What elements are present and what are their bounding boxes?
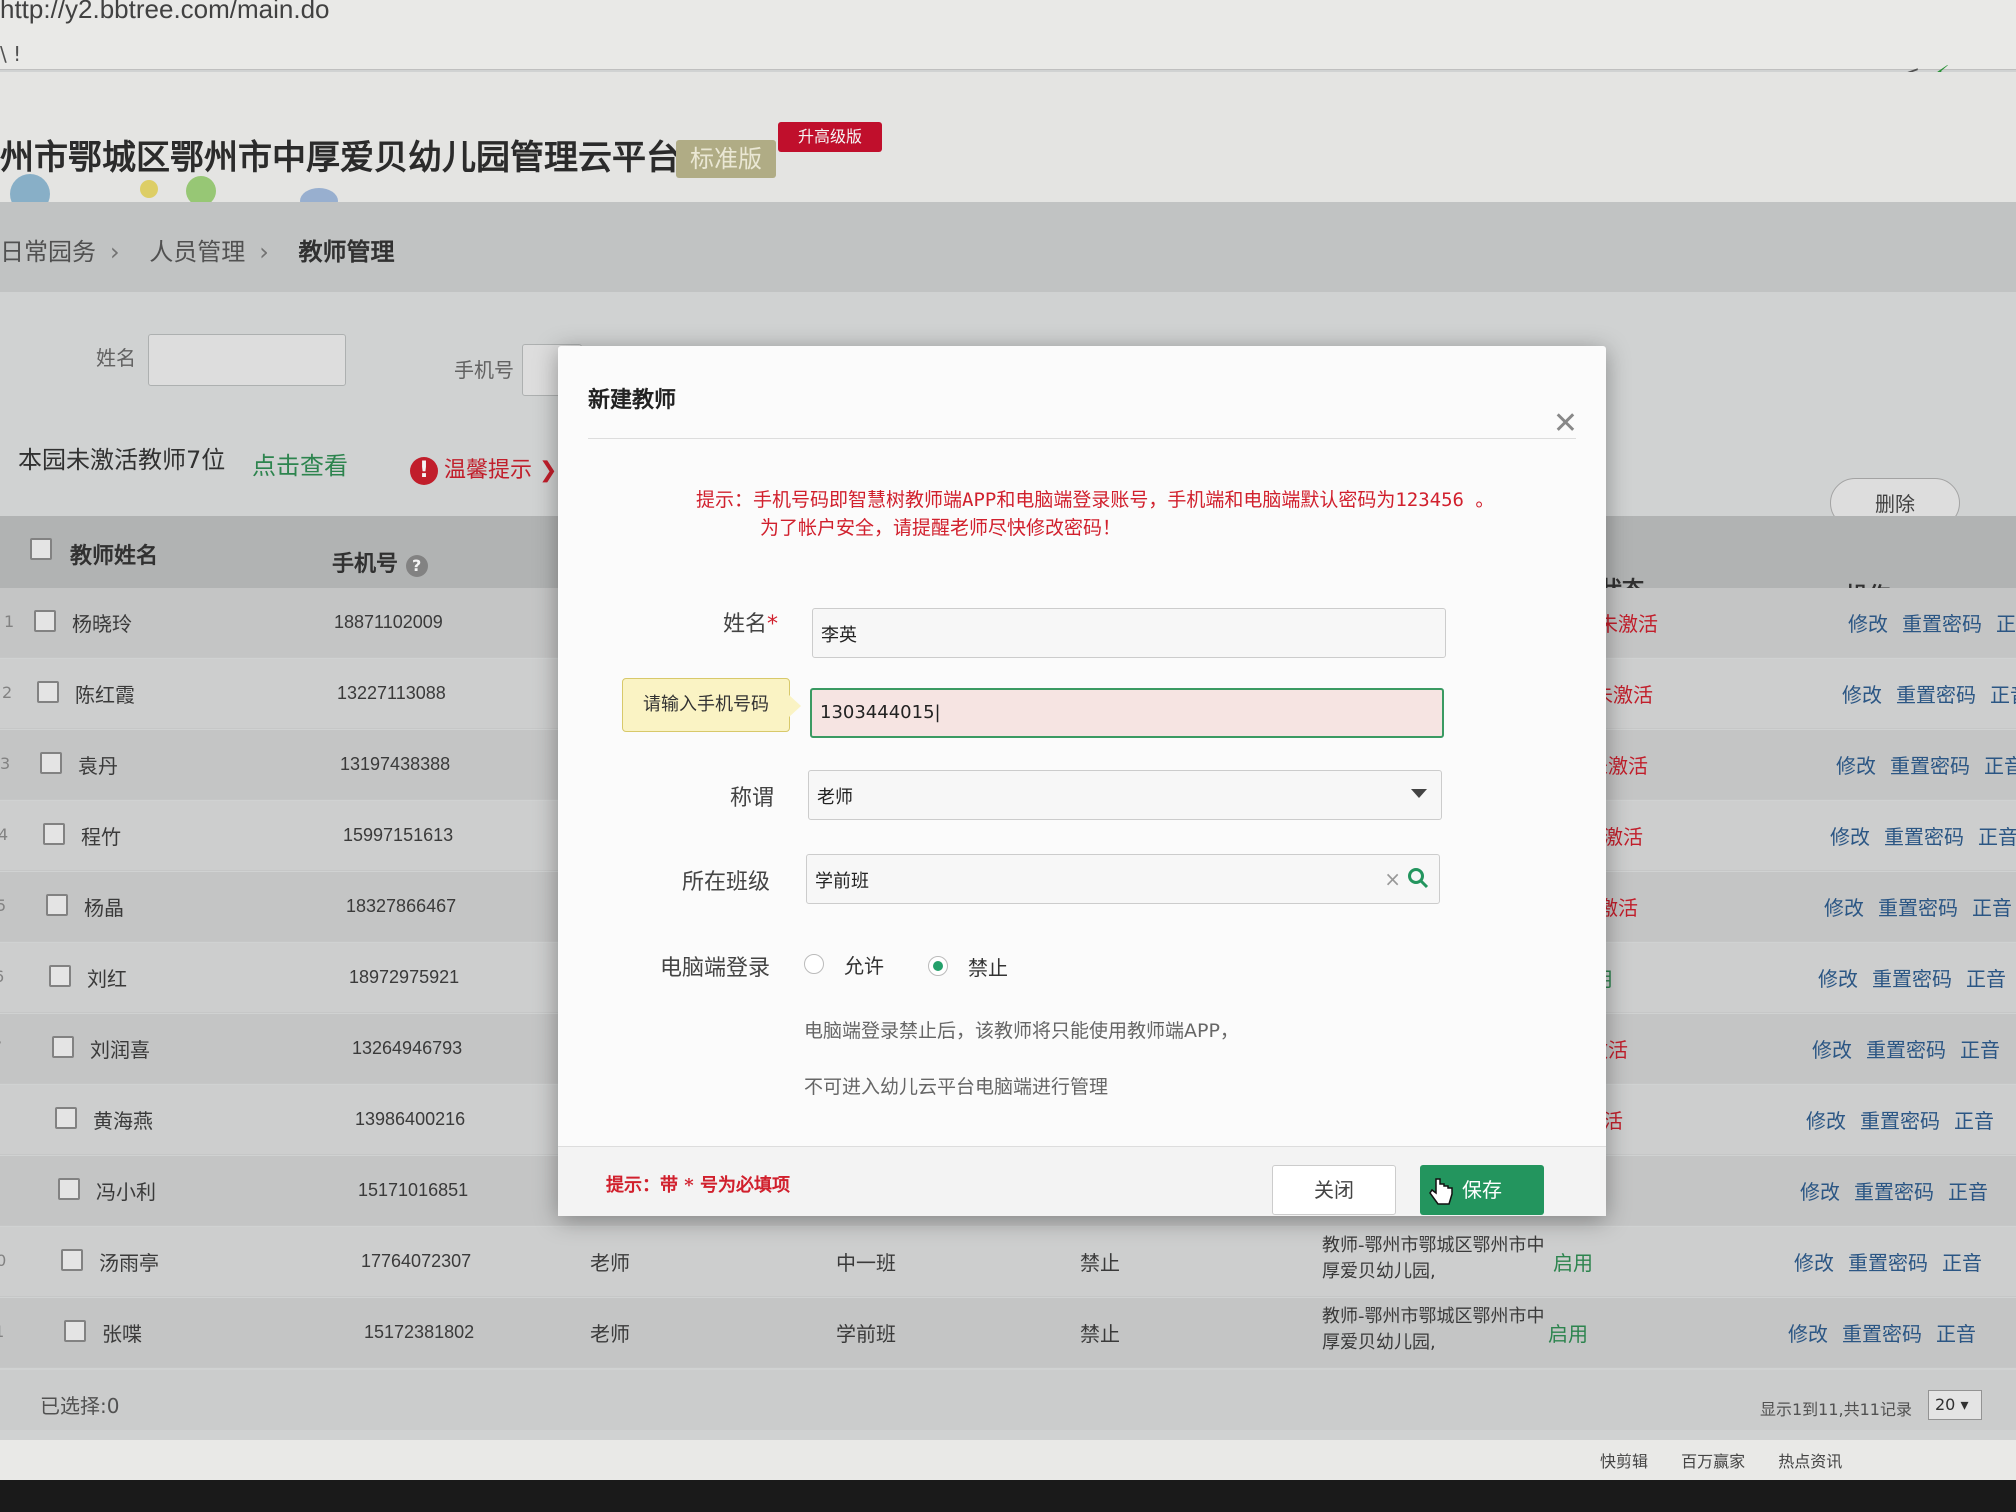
class-field[interactable]: 学前班 × bbox=[806, 854, 1440, 904]
dialog-footer: 提示：带 * 号为必填项 关闭 保存 bbox=[558, 1146, 1606, 1216]
title-field-label: 称谓 bbox=[729, 786, 774, 811]
name-field[interactable]: 李英 bbox=[812, 608, 1446, 658]
dialog-title: 新建教师 bbox=[588, 388, 677, 413]
title-select-value: 老师 bbox=[817, 787, 853, 808]
notice-line: 提示：手机号码即智慧树教师端APP和电脑端登录账号，手机端和电脑端默认密码为12… bbox=[696, 489, 1495, 511]
login-hint-line: 不可进入幼儿云平台电脑端进行管理 bbox=[804, 1076, 1109, 1098]
taskbar: 快剪辑 百万赢家 热点资讯 bbox=[0, 1440, 2016, 1480]
class-field-label: 所在班级 bbox=[681, 870, 770, 895]
notice-line: 为了帐户安全，请提醒老师尽快修改密码！ bbox=[760, 517, 1122, 539]
allow-radio-label[interactable]: 允许 bbox=[844, 950, 884, 979]
deny-radio[interactable] bbox=[928, 956, 948, 976]
dropdown-arrow-icon bbox=[1411, 789, 1427, 798]
clear-icon[interactable]: × bbox=[1384, 867, 1401, 891]
login-hint-line: 电脑端登录禁止后，该教师将只能使用教师端APP， bbox=[804, 1020, 1239, 1042]
hand-cursor-icon bbox=[1429, 1178, 1453, 1205]
deny-radio-label[interactable]: 禁止 bbox=[968, 952, 1008, 981]
monitor-bezel bbox=[0, 1480, 2016, 1512]
taskbar-item[interactable]: 热点资讯 bbox=[1778, 1452, 1842, 1471]
dialog-notice: 提示：手机号码即智慧树教师端APP和电脑端登录账号，手机端和电脑端默认密码为12… bbox=[696, 486, 1494, 542]
pc-login-label: 电脑端登录 bbox=[659, 956, 770, 981]
dialog-divider bbox=[588, 438, 1576, 439]
close-button[interactable]: 关闭 bbox=[1272, 1165, 1396, 1215]
taskbar-items: 快剪辑 百万赢家 热点资讯 bbox=[1600, 1448, 1870, 1472]
title-select[interactable]: 老师 bbox=[808, 770, 1442, 820]
phone-field[interactable]: 1303444015| bbox=[810, 688, 1444, 738]
taskbar-item[interactable]: 百万赢家 bbox=[1681, 1452, 1745, 1471]
allow-radio[interactable] bbox=[804, 954, 824, 974]
search-icon[interactable] bbox=[1407, 867, 1429, 889]
phone-required-tooltip: 请输入手机号码 bbox=[622, 678, 801, 732]
close-icon[interactable]: ✕ bbox=[1553, 406, 1578, 441]
required-hint: 提示：带 * 号为必填项 bbox=[606, 1175, 790, 1196]
class-field-value: 学前班 bbox=[815, 871, 869, 892]
new-teacher-dialog: 新建教师 ✕ 提示：手机号码即智慧树教师端APP和电脑端登录账号，手机端和电脑端… bbox=[558, 346, 1606, 1216]
required-mark: * bbox=[767, 612, 778, 637]
taskbar-item[interactable]: 快剪辑 bbox=[1600, 1452, 1648, 1471]
name-label-text: 姓名 bbox=[722, 612, 767, 637]
name-field-label: 姓名* bbox=[618, 606, 778, 638]
